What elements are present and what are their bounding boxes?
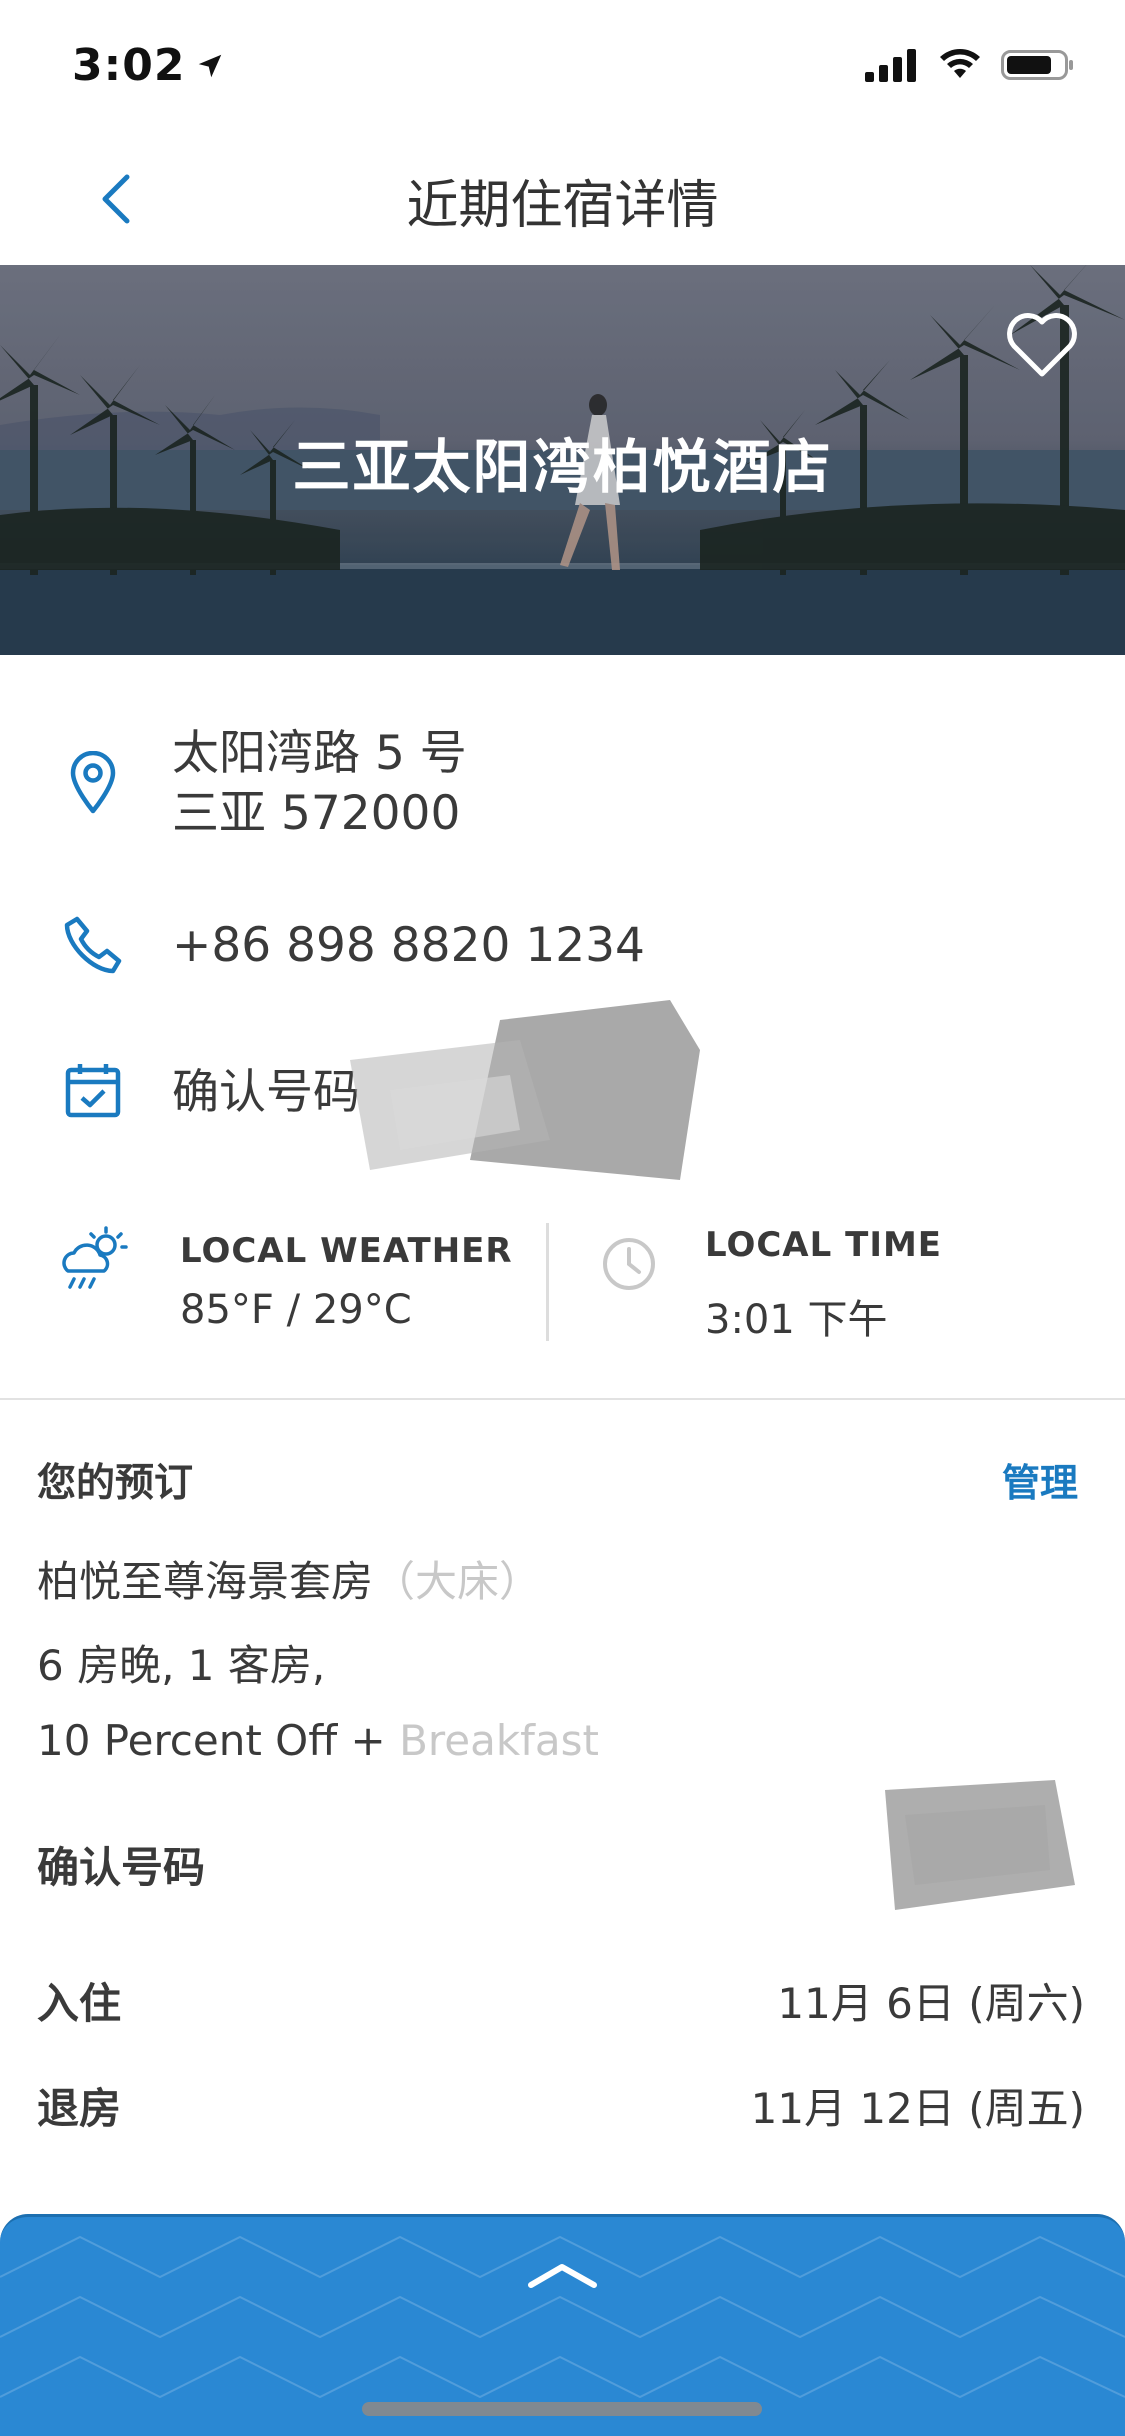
- weather-time-divider: [546, 1223, 549, 1341]
- confirmation-label-top: 确认号码: [172, 1065, 360, 1120]
- redacted-scribble: [350, 1000, 700, 1180]
- nav-bar: 近期住宿详情: [0, 135, 1125, 265]
- checkout-value: 11月 12日 (周五): [750, 2084, 1085, 2133]
- hotel-hero-image: 三亚太阳湾柏悦酒店: [0, 265, 1125, 655]
- location-arrow-icon: [199, 54, 222, 77]
- hotel-name: 三亚太阳湾柏悦酒店: [292, 433, 833, 501]
- phone-icon: [58, 910, 128, 980]
- home-indicator[interactable]: [362, 2402, 762, 2416]
- battery-icon: [1001, 50, 1073, 80]
- weather-label: LOCAL WEATHER: [180, 1231, 513, 1271]
- section-divider: [0, 1398, 1125, 1400]
- room-type-text: 柏悦至尊海景套房: [37, 1557, 374, 1606]
- calendar-check-icon: [58, 1055, 128, 1125]
- address-row[interactable]: 太阳湾路 5 号 三亚 572000: [0, 720, 1125, 850]
- booking-heading: 您的预订: [37, 1461, 194, 1506]
- manage-link[interactable]: 管理: [1002, 1452, 1078, 1507]
- favorite-button[interactable]: [1005, 310, 1079, 380]
- status-time-group: 3:02: [72, 40, 225, 91]
- weather-time-section: LOCAL WEATHER 85°F / 29°C LOCAL TIME 3:0…: [0, 1215, 1125, 1345]
- address-line-1: 太阳湾路 5 号: [172, 726, 467, 781]
- page-title: 近期住宿详情: [406, 176, 719, 236]
- clock-icon: [603, 1238, 655, 1290]
- status-bar: 3:02: [0, 0, 1125, 135]
- wifi-icon: [940, 49, 980, 78]
- checkout-label: 退房: [37, 2084, 122, 2133]
- chevron-up-icon[interactable]: [525, 2255, 600, 2295]
- room-type-faded: （大床）: [373, 1557, 542, 1606]
- weather-value: 85°F / 29°C: [180, 1287, 412, 1333]
- room-type: 柏悦至尊海景套房（大床）: [37, 1548, 541, 1609]
- signal-icon: [865, 49, 916, 82]
- confirmation-label: 确认号码: [37, 1843, 206, 1892]
- nights-guests: 6 房晚, 1 客房,: [37, 1641, 326, 1690]
- status-icons: [865, 48, 1075, 82]
- location-pin-icon: [58, 748, 128, 818]
- rate-plan: 10 Percent Off + Breakfast: [37, 1716, 599, 1765]
- local-time-label: LOCAL TIME: [705, 1225, 943, 1265]
- status-time: 3:02: [72, 40, 186, 91]
- redacted-confirmation-scribble: [885, 1780, 1075, 1910]
- rate-plan-text: 10 Percent Off +: [37, 1716, 400, 1765]
- rate-plan-faded: Breakfast: [399, 1716, 600, 1765]
- address-line-2: 三亚 572000: [172, 786, 461, 841]
- heart-outline-icon: [1007, 313, 1077, 377]
- phone-number: +86 898 8820 1234: [172, 918, 645, 973]
- bottom-sheet[interactable]: [0, 2214, 1125, 2436]
- phone-row[interactable]: +86 898 8820 1234: [0, 910, 1125, 990]
- weather-partly-cloudy-rain-icon: [62, 1226, 128, 1289]
- local-time-value: 3:01 下午: [705, 1297, 888, 1343]
- checkin-label: 入住: [37, 1979, 122, 2028]
- checkin-value: 11月 6日 (周六): [777, 1979, 1085, 2028]
